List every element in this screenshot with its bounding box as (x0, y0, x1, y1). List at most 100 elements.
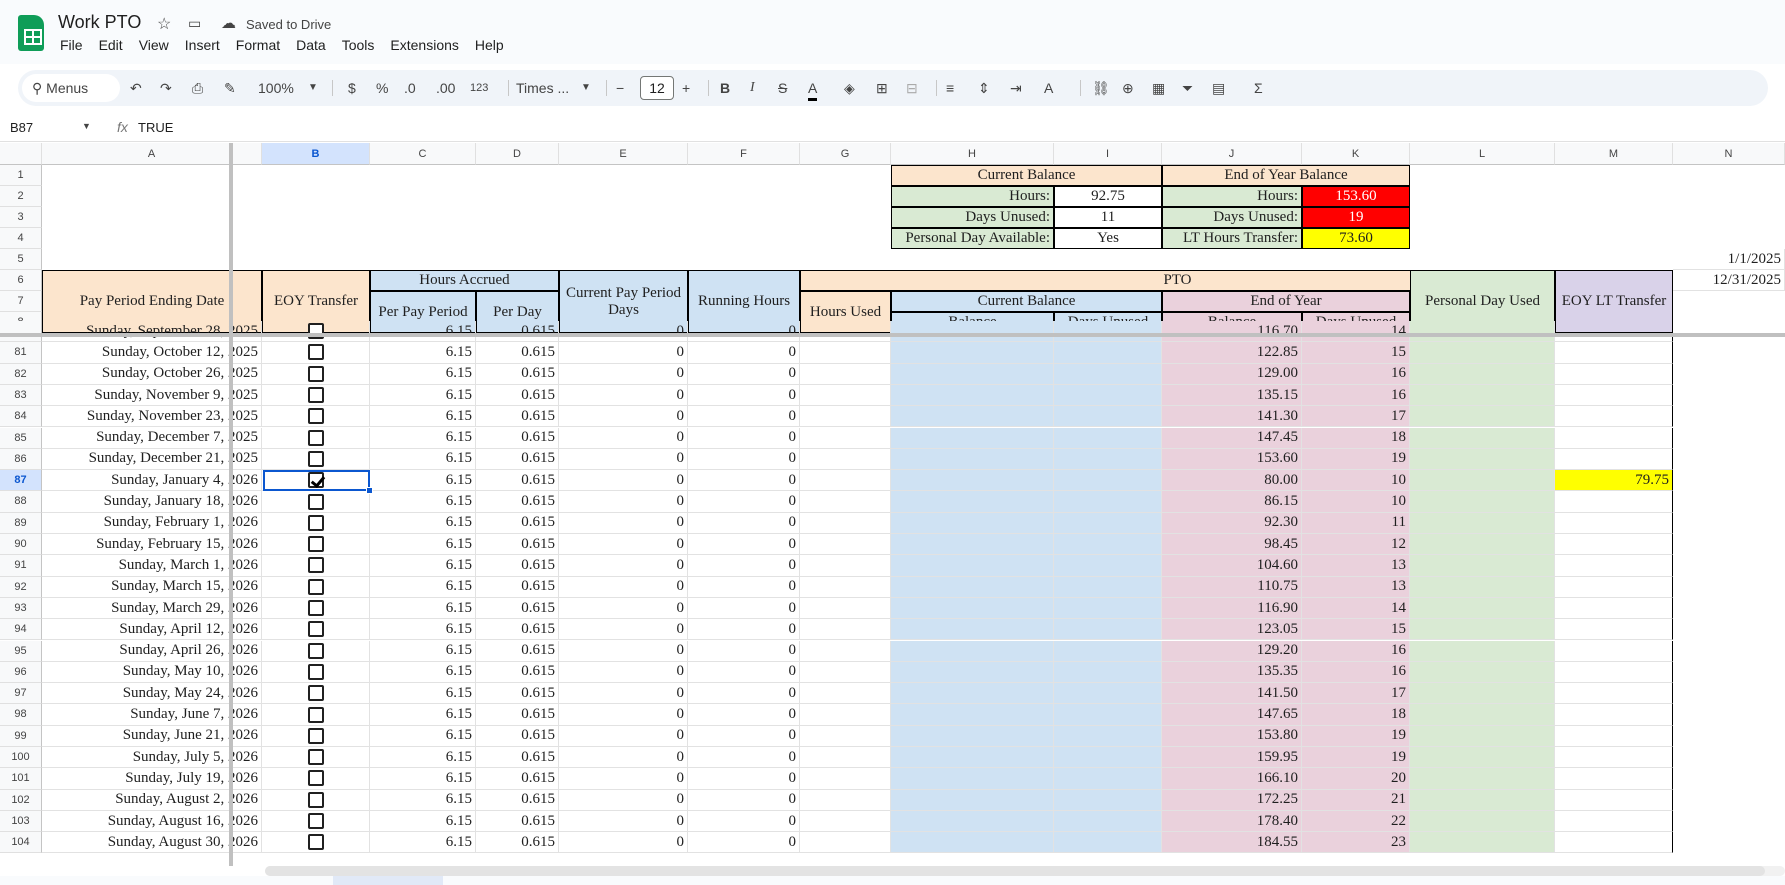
cell-eoy-days-unused[interactable]: 20 (1302, 768, 1410, 790)
menu-file[interactable]: File (60, 37, 99, 53)
cell-eoy-lt-transfer[interactable] (1555, 704, 1673, 726)
cell-eoy-days-unused[interactable]: 10 (1302, 470, 1410, 492)
cell-eoy-lt-transfer[interactable] (1555, 427, 1673, 449)
increase-font-size-icon[interactable]: + (682, 78, 690, 98)
cell-eoy-balance[interactable]: 80.00 (1162, 470, 1302, 492)
cell-per-pay-period[interactable]: 6.15 (370, 832, 476, 854)
checkbox[interactable] (307, 344, 324, 361)
borders-icon[interactable]: ⊞ (876, 78, 888, 98)
cell-eoy-transfer[interactable] (262, 342, 370, 364)
cell-current-days[interactable]: 0 (559, 661, 688, 684)
cell-per-day[interactable]: 0.615 (476, 832, 559, 854)
cell-per-pay-period[interactable]: 6.15 (370, 683, 476, 705)
cell-personal-day-used[interactable] (1410, 512, 1555, 534)
row-header[interactable]: 81 (0, 342, 42, 364)
row-header[interactable]: 98 (0, 704, 42, 726)
cell-current-balance[interactable] (891, 725, 1054, 747)
cell-current-balance[interactable] (891, 321, 1054, 343)
text-rotation-icon[interactable]: A (1044, 78, 1053, 98)
cell-running-hours[interactable]: 0 (688, 810, 800, 833)
cell-running-hours[interactable]: 0 (688, 619, 800, 641)
cell-current-days-unused[interactable] (1054, 576, 1162, 598)
cell-hours-used[interactable] (800, 768, 891, 790)
chevron-down-icon[interactable]: ▼ (82, 121, 91, 131)
cell-running-hours[interactable]: 0 (688, 534, 800, 556)
checkbox[interactable] (307, 706, 324, 723)
personal-day-value[interactable]: Yes (1054, 228, 1162, 249)
cell-per-pay-period[interactable]: 6.15 (370, 448, 476, 471)
row-header[interactable]: 88 (0, 491, 42, 513)
cell-current-days-unused[interactable] (1054, 363, 1162, 385)
cell-running-hours[interactable]: 0 (688, 470, 800, 492)
column-header-f[interactable]: F (688, 143, 800, 165)
cell-current-days-unused[interactable] (1054, 661, 1162, 684)
cell-current-days[interactable]: 0 (559, 384, 688, 407)
bold-button[interactable]: B (720, 78, 730, 98)
cell-eoy-transfer[interactable] (262, 406, 370, 428)
cell-eoy-balance[interactable]: 147.45 (1162, 427, 1302, 449)
font-size-input[interactable]: 12 (640, 76, 674, 100)
row-header[interactable]: 89 (0, 512, 42, 534)
star-icon[interactable]: ☆ (157, 14, 171, 34)
cell-current-balance[interactable] (891, 470, 1054, 492)
cell-eoy-transfer[interactable] (262, 810, 370, 833)
row-header[interactable]: 97 (0, 683, 42, 705)
cell-personal-day-used[interactable] (1410, 384, 1555, 407)
cell-running-hours[interactable]: 0 (688, 321, 800, 343)
row-header-5[interactable]: 5 (0, 249, 42, 270)
cell-eoy-balance[interactable]: 92.30 (1162, 512, 1302, 534)
number-format-button[interactable]: 123 (470, 78, 488, 98)
cell-hours-used[interactable] (800, 512, 891, 534)
cell-hours-used[interactable] (800, 789, 891, 811)
formula-input[interactable]: TRUE (138, 120, 173, 135)
cell-per-pay-period[interactable]: 6.15 (370, 555, 476, 577)
row-header[interactable]: 103 (0, 810, 42, 833)
cell-running-hours[interactable]: 0 (688, 363, 800, 385)
eoy-days-unused-label[interactable]: Days Unused: (1162, 207, 1302, 228)
lt-transfer-value[interactable]: 73.60 (1302, 228, 1410, 249)
cell-current-balance[interactable] (891, 768, 1054, 790)
checkbox[interactable] (307, 429, 324, 446)
cell-eoy-lt-transfer[interactable] (1555, 406, 1673, 428)
cell-eoy-lt-transfer[interactable] (1555, 576, 1673, 598)
cell-per-pay-period[interactable]: 6.15 (370, 406, 476, 428)
horizontal-align-icon[interactable]: ≡ (946, 78, 954, 98)
cell-personal-day-used[interactable] (1410, 768, 1555, 790)
eoy-days-unused-value[interactable]: 19 (1302, 207, 1410, 228)
cell-per-day[interactable]: 0.615 (476, 597, 559, 620)
cell-eoy-lt-transfer[interactable] (1555, 619, 1673, 641)
cell-eoy-lt-transfer[interactable]: 79.75 (1555, 470, 1673, 492)
checkbox[interactable] (307, 514, 324, 531)
search-menus[interactable]: ⚲ Menus (22, 74, 120, 102)
cell-current-days[interactable]: 0 (559, 683, 688, 705)
cell-hours-used[interactable] (800, 470, 891, 492)
cell-eoy-lt-transfer[interactable] (1555, 342, 1673, 364)
cell-eoy-balance[interactable]: 129.20 (1162, 640, 1302, 662)
cell-current-days-unused[interactable] (1054, 640, 1162, 662)
cell-personal-day-used[interactable] (1410, 427, 1555, 449)
insert-comment-icon[interactable]: ⊕ (1122, 78, 1134, 98)
row-header[interactable]: 82 (0, 363, 42, 385)
cell-personal-day-used[interactable] (1410, 491, 1555, 513)
cell-personal-day-used[interactable] (1410, 661, 1555, 684)
cell-current-days-unused[interactable] (1054, 342, 1162, 364)
cell-eoy-balance[interactable]: 135.35 (1162, 661, 1302, 684)
cell-personal-day-used[interactable] (1410, 704, 1555, 726)
cell-current-days[interactable]: 0 (559, 342, 688, 364)
cell-personal-day-used[interactable] (1410, 619, 1555, 641)
cell-eoy-days-unused[interactable]: 16 (1302, 640, 1410, 662)
menu-insert[interactable]: Insert (185, 37, 236, 53)
cell-eoy-lt-transfer[interactable] (1555, 321, 1673, 343)
cell-personal-day-used[interactable] (1410, 832, 1555, 854)
cell-eoy-days-unused[interactable]: 19 (1302, 725, 1410, 747)
cell-current-days-unused[interactable] (1054, 384, 1162, 407)
cell-running-hours[interactable]: 0 (688, 427, 800, 449)
cell-current-balance[interactable] (891, 704, 1054, 726)
menu-format[interactable]: Format (236, 37, 296, 53)
cell-per-day[interactable]: 0.615 (476, 321, 559, 343)
insert-link-icon[interactable]: ⛓ (1092, 78, 1110, 98)
paint-format-icon[interactable]: ✎ (224, 78, 236, 98)
cell-per-day[interactable]: 0.615 (476, 768, 559, 790)
cell-current-days-unused[interactable] (1054, 747, 1162, 769)
eoy-balance-title[interactable]: End of Year Balance (1162, 165, 1410, 186)
